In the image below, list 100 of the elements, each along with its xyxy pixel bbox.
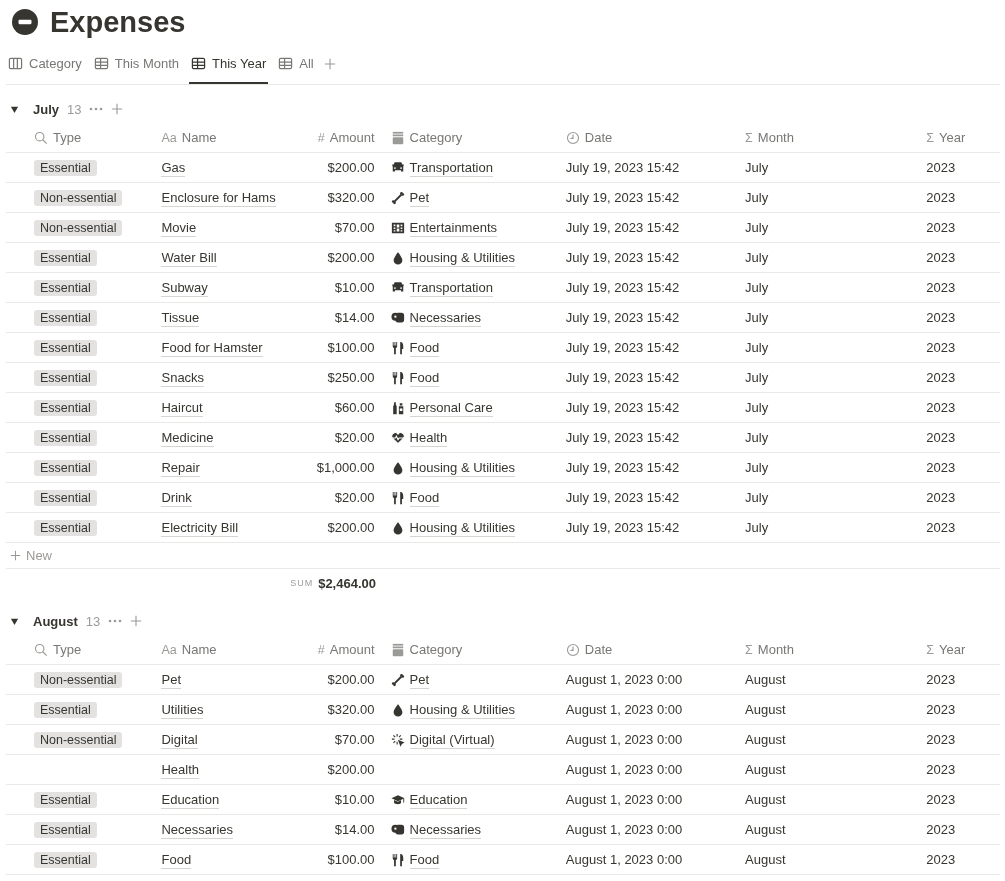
date-cell: July 19, 2023 15:42 xyxy=(565,370,680,385)
type-tag: Essential xyxy=(34,159,97,176)
category-link[interactable]: Education xyxy=(409,790,468,809)
column-header[interactable]: # Amount xyxy=(288,130,381,145)
date-cell: August 1, 2023 0:00 xyxy=(565,702,683,717)
column-header[interactable]: Σ Month xyxy=(739,130,921,145)
column-header[interactable]: # Amount xyxy=(288,642,381,657)
type-tag: Essential xyxy=(34,489,97,506)
column-header[interactable]: Σ Month xyxy=(739,642,921,657)
category-link[interactable]: Pet xyxy=(409,670,430,689)
expense-name[interactable]: Education xyxy=(161,790,220,809)
amount-cell: $60.00 xyxy=(334,400,375,415)
year-cell: 2023 xyxy=(926,460,956,475)
cutlery-icon xyxy=(390,340,405,355)
expense-name[interactable]: Subway xyxy=(161,278,208,297)
cutlery-icon xyxy=(390,490,405,505)
column-header[interactable]: Type xyxy=(6,642,156,657)
expense-name[interactable]: Drink xyxy=(161,488,192,507)
year-cell: 2023 xyxy=(926,852,956,867)
group-title: July xyxy=(33,101,59,117)
table-view-icon xyxy=(93,55,109,71)
expense-name[interactable]: Repair xyxy=(161,458,200,477)
toggle-triangle-icon[interactable] xyxy=(10,616,19,626)
expense-name[interactable]: Water Bill xyxy=(161,248,217,267)
add-icon[interactable] xyxy=(111,103,124,115)
date-cell: July 19, 2023 15:42 xyxy=(565,520,680,535)
add-icon[interactable] xyxy=(130,615,143,627)
category-link[interactable]: Pet xyxy=(409,188,430,207)
expense-name[interactable]: Necessaries xyxy=(161,820,233,839)
amount-cell: $20.00 xyxy=(334,490,375,505)
month-cell: August xyxy=(745,822,786,837)
category-link[interactable]: Necessaries xyxy=(409,308,482,327)
category-link[interactable]: Digital (Virtual) xyxy=(409,730,495,749)
expense-name[interactable]: Medicine xyxy=(161,428,214,447)
date-cell: July 19, 2023 15:42 xyxy=(565,430,680,445)
expense-name[interactable]: Movie xyxy=(161,218,197,237)
year-cell: 2023 xyxy=(926,250,956,265)
board-view-icon xyxy=(8,55,23,71)
category-link[interactable]: Personal Care xyxy=(409,398,493,417)
car-icon xyxy=(390,280,405,295)
view-tab[interactable]: All xyxy=(276,44,316,84)
column-header[interactable]: Aa Name xyxy=(155,130,289,145)
category-link[interactable]: Entertainments xyxy=(409,218,497,237)
column-header[interactable]: Category xyxy=(380,130,560,145)
type-tag: Essential xyxy=(34,851,97,868)
category-link[interactable]: Food xyxy=(409,850,440,869)
category-link[interactable]: Housing & Utilities xyxy=(409,700,516,719)
column-header[interactable]: Σ Year xyxy=(920,130,1000,145)
amount-cell: $14.00 xyxy=(334,310,375,325)
category-link[interactable]: Food xyxy=(409,368,440,387)
month-cell: July xyxy=(745,370,769,385)
category-link[interactable]: Housing & Utilities xyxy=(409,248,516,267)
expense-name[interactable]: Health xyxy=(161,760,200,779)
add-view-icon[interactable] xyxy=(323,58,336,70)
expense-name[interactable]: Haircut xyxy=(161,398,203,417)
expense-name[interactable]: Digital xyxy=(161,730,198,749)
amount-cell: $200.00 xyxy=(327,520,375,535)
date-cell: July 19, 2023 15:42 xyxy=(565,460,680,475)
category-link[interactable]: Food xyxy=(409,488,440,507)
category-link[interactable]: Transportation xyxy=(409,278,493,297)
search-icon xyxy=(34,642,48,657)
expense-name[interactable]: Snacks xyxy=(161,368,205,387)
cutlery-icon xyxy=(390,370,405,385)
category-link[interactable]: Necessaries xyxy=(409,820,482,839)
type-tag: Essential xyxy=(34,429,97,446)
amount-cell: $200.00 xyxy=(327,160,375,175)
type-tag: Non-essential xyxy=(34,731,123,748)
expense-name[interactable]: Gas xyxy=(161,158,186,177)
expense-name[interactable]: Pet xyxy=(161,670,181,689)
amount-cell: $70.00 xyxy=(334,220,375,235)
more-icon[interactable] xyxy=(89,107,104,111)
month-cell: August xyxy=(745,852,786,867)
expense-name[interactable]: Food xyxy=(161,850,192,869)
expense-name[interactable]: Enclosure for Hams xyxy=(161,188,276,207)
category-link[interactable]: Housing & Utilities xyxy=(409,518,516,537)
column-header[interactable]: Aa Name xyxy=(155,642,289,657)
month-cell: July xyxy=(745,520,769,535)
month-cell: July xyxy=(745,490,769,505)
view-tab[interactable]: Category xyxy=(6,44,84,84)
column-header[interactable]: Date xyxy=(559,130,740,145)
column-header[interactable]: Σ Year xyxy=(920,642,1000,657)
column-header[interactable]: Category xyxy=(380,642,560,657)
group-title: August xyxy=(33,613,78,629)
category-link[interactable]: Housing & Utilities xyxy=(409,458,516,477)
expense-name[interactable]: Food for Hamster xyxy=(161,338,263,357)
toggle-triangle-icon[interactable] xyxy=(10,104,19,114)
category-link[interactable]: Transportation xyxy=(409,158,493,177)
category-link[interactable]: Food xyxy=(409,338,440,357)
year-cell: 2023 xyxy=(926,672,956,687)
bone-icon xyxy=(390,672,405,687)
expense-name[interactable]: Utilities xyxy=(161,700,204,719)
more-icon[interactable] xyxy=(108,619,123,623)
expense-name[interactable]: Tissue xyxy=(161,308,200,327)
type-tag: Essential xyxy=(34,339,97,356)
column-header[interactable]: Type xyxy=(6,130,156,145)
column-header[interactable]: Date xyxy=(559,642,740,657)
view-tab[interactable]: This Month xyxy=(91,44,182,84)
expense-name[interactable]: Electricity Bill xyxy=(161,518,239,537)
category-link[interactable]: Health xyxy=(409,428,448,447)
view-tab[interactable]: This Year xyxy=(189,44,269,84)
